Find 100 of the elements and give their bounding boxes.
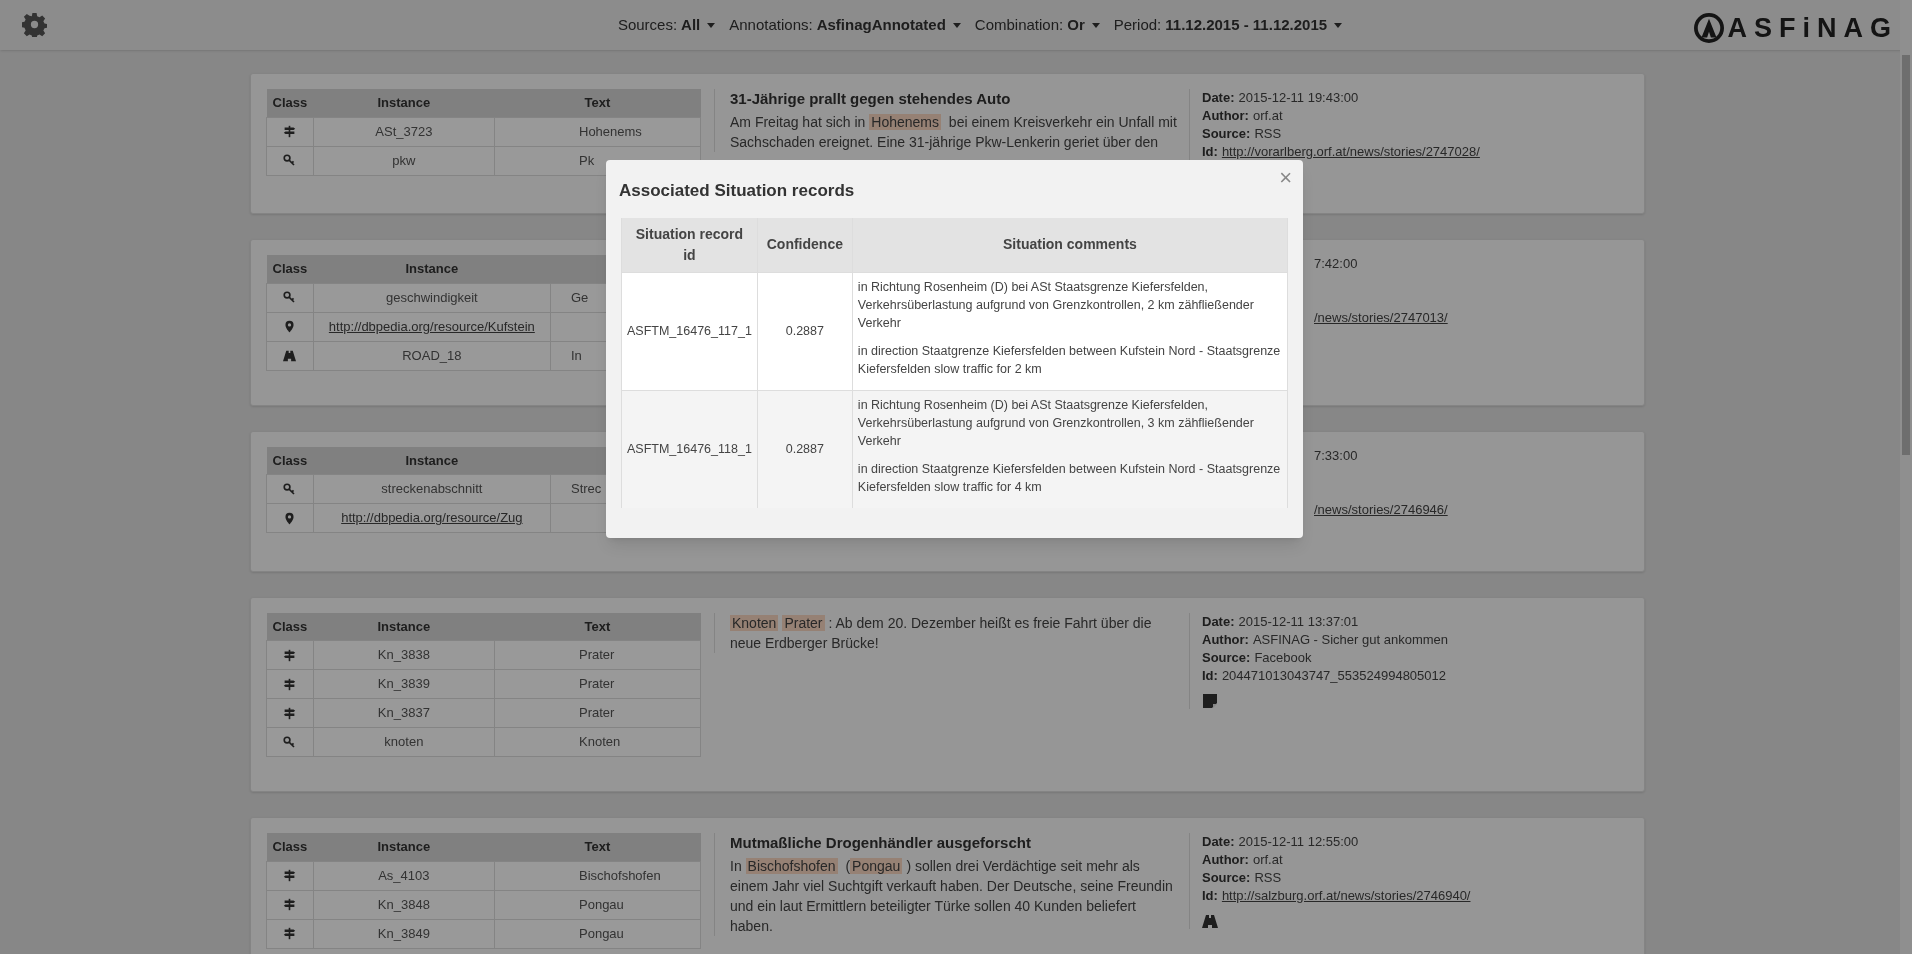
field-value: 2015-12-11 13:37:01 — [1238, 613, 1359, 629]
table-cell: Pongau — [579, 925, 624, 941]
scrollbar[interactable] — [1900, 0, 1912, 954]
column-header: Instance — [313, 255, 551, 283]
field-label: Author: — [1202, 852, 1249, 867]
table-cell: knoten — [384, 734, 424, 750]
article-title: Mutmaßliche Drogenhändler ausgeforscht — [730, 833, 1032, 853]
field-value: 2015-12-11 12:55:00 — [1238, 834, 1359, 849]
field-label: Author: — [1202, 631, 1249, 647]
table-cell: Prater — [579, 647, 615, 663]
caret-icon — [707, 22, 716, 28]
table-cell: pkw — [392, 152, 416, 168]
column-header: Text — [494, 833, 701, 861]
field-label: Id: — [1202, 888, 1218, 903]
signpost-icon — [283, 927, 297, 940]
link[interactable]: http://salzburg.orf.at/news/stories/2746940/ — [1221, 888, 1471, 903]
field-label: Source: — [1202, 870, 1251, 885]
column-header: Class — [266, 446, 314, 475]
caret-icon — [952, 22, 961, 28]
field-value: orf.at — [1252, 108, 1283, 123]
key-icon — [283, 154, 297, 167]
table-cell: As_4103 — [378, 867, 430, 883]
table-cell: In — [571, 347, 582, 363]
article-title: 31-Jährige prallt gegen stehendes Auto — [730, 89, 1012, 109]
link[interactable]: /news/stories/2746946/ — [1314, 501, 1448, 517]
field-label: Author: — [1202, 108, 1249, 123]
field-value: 7:33:00 — [1314, 447, 1358, 463]
field-label: Source: — [1202, 126, 1251, 141]
comment-text: in Richtung Rosenheim (D) bei ASt Staatsgrenze Kiefersfelden, Verkehrsüberlastung aufgrund von Grenzkontrollen, 2 km zähfließender Verkehr — [857, 278, 1255, 332]
table-cell: ASt_3723 — [375, 123, 433, 139]
table-cell: ROAD_18 — [402, 347, 462, 363]
signpost-icon — [283, 677, 297, 691]
link[interactable]: /news/stories/2747013/ — [1314, 310, 1448, 325]
field-label: Date: — [1202, 613, 1235, 629]
signpost-icon — [283, 648, 297, 662]
article-text: Knoten Prater : Ab dem 20. Dezember heißt es freie Fahrt über die neue Erdberger Brücke! — [730, 613, 1153, 653]
field-value: 204471013043747_553524994805012 — [1221, 667, 1447, 683]
table-cell: Knoten — [579, 734, 621, 750]
table-cell: geschwindigkeit — [385, 289, 478, 305]
table-cell: Kn_3839 — [377, 676, 430, 692]
table-cell: Strec — [571, 481, 602, 497]
table-cell: Prater — [579, 705, 615, 721]
settings-icon[interactable] — [22, 12, 47, 37]
column-header: Instance — [313, 612, 495, 641]
table-cell: 0.2887 — [785, 323, 824, 338]
field-value: RSS — [1254, 126, 1282, 141]
filter-dropdown[interactable]: Combination: Or — [974, 13, 1100, 37]
field-label: Id: — [1202, 667, 1218, 683]
signpost-icon — [283, 125, 297, 138]
field-value: ASFINAG - Sicher gut ankommen — [1252, 631, 1448, 647]
field-value: orf.at — [1252, 852, 1283, 867]
column-header: Text — [494, 612, 701, 641]
table-cell: Ge — [571, 289, 589, 305]
link[interactable]: http://vorarlberg.orf.at/news/stories/2747028/ — [1221, 144, 1480, 159]
column-header: Class — [266, 612, 314, 641]
table-cell: Bischofshofen — [579, 867, 661, 883]
field-value: Facebook — [1254, 649, 1312, 665]
table-cell: streckenabschnitt — [381, 481, 483, 497]
key-icon — [283, 291, 297, 304]
filter-dropdown[interactable]: Period: 11.12.2015 - 11.12.2015 — [1113, 13, 1343, 37]
filter-dropdown[interactable]: Sources: All — [617, 13, 716, 37]
column-header: Class — [266, 833, 314, 861]
table-cell: Hohenems — [579, 123, 642, 139]
column-header: Instance — [313, 446, 551, 475]
column-header: Instance — [313, 89, 495, 117]
table-cell: Kn_3838 — [377, 647, 430, 663]
table-cell: Pongau — [579, 896, 624, 912]
field-value: 7:42:00 — [1314, 256, 1358, 271]
dialog-title: Associated Situation records — [619, 180, 855, 202]
road-icon — [283, 349, 297, 362]
road-icon — [1202, 913, 1218, 929]
signpost-icon — [283, 898, 297, 911]
comment-text: in direction Staatgrenze Kiefersfelden between Kufstein Nord - Staatsgrenze Kiefersfelden slow traffic for 2 km — [857, 342, 1282, 378]
table-cell: ASFTM_16476_118_1 — [627, 441, 752, 456]
signpost-icon — [283, 706, 297, 720]
filter-dropdown[interactable]: Annotations: AsfinagAnnotated — [729, 13, 961, 37]
article-text: In Bischofshofen (Pongau ) sollen drei Verdächtige seit mehr als einem Jahr viel Suchtgift verkauft haben. Der Deutsche, seine Freundin und ein laut Ermittlern beteiligter Türke sollen 40 Kunden beliefert haben. — [730, 857, 1174, 936]
field-value: 2015-12-11 19:43:00 — [1238, 90, 1359, 105]
table-cell: ASFTM_16476_117_1 — [627, 323, 752, 338]
signpost-icon — [283, 869, 297, 882]
close-button[interactable]: × — [1279, 170, 1292, 186]
article-text: Am Freitag hat sich in Hohenems bei einem Kreisverkehr ein Unfall mit Sachschaden ereignet. Eine 31-jährige Pkw-Lenkerin geriet über den — [730, 113, 1178, 152]
table-cell: Prater — [579, 676, 615, 692]
note-icon — [1202, 692, 1218, 709]
key-icon — [283, 735, 297, 749]
field-value: RSS — [1254, 870, 1282, 885]
column-header: Instance — [313, 833, 495, 861]
field-label: Source: — [1202, 649, 1251, 665]
table-cell: Pk — [579, 152, 595, 168]
column-header: Text — [494, 89, 701, 117]
field-label: Date: — [1202, 834, 1235, 849]
comment-text: in Richtung Rosenheim (D) bei ASt Staatsgrenze Kiefersfelden, Verkehrsüberlastung aufgrund von Grenzkontrollen, 3 km zähfließender Verkehr — [857, 396, 1255, 450]
table-cell: Kn_3848 — [377, 896, 430, 912]
table-cell: 0.2887 — [785, 441, 824, 456]
caret-icon — [1091, 22, 1100, 28]
column-header: Class — [266, 89, 314, 117]
column-header: Class — [266, 255, 314, 283]
table-cell: Kn_3837 — [377, 705, 430, 721]
table-cell: Kn_3849 — [377, 925, 430, 941]
field-label: Id: — [1202, 144, 1218, 159]
